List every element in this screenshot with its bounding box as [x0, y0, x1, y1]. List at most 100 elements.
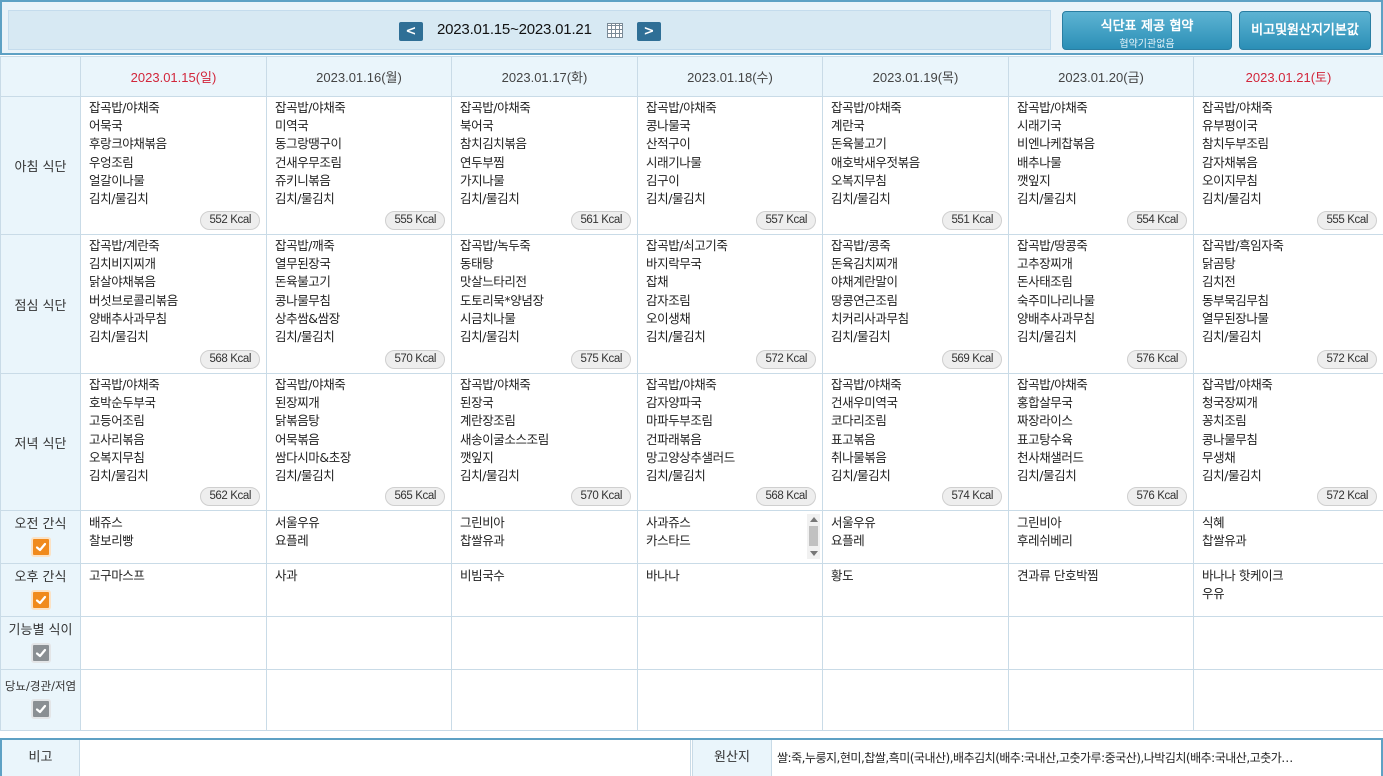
snack-cell[interactable] [1193, 616, 1383, 670]
meal-cell[interactable]: 잡곡밥/야채죽 시래기국 비엔나케찹볶음 배추나물 깻잎지 김치/물김치 554 Kcal [1008, 96, 1194, 235]
snack-item: 배쥬스 [89, 515, 123, 530]
menu-item: 무생채 [1202, 449, 1236, 465]
meal-cell[interactable]: 잡곡밥/콩죽 돈육김치찌개 야채계란말이 땅콩연근조림 치커리사과무침 김치/물김치 569… [822, 234, 1009, 374]
menu-item: 쥬키니볶음 [275, 172, 331, 188]
row-checkbox[interactable] [30, 537, 51, 557]
meal-cell[interactable]: 잡곡밥/야채죽 된장국 계란장조림 새송이굴소스조림 깻잎지 김치/물김치 570 Kcal [451, 373, 638, 511]
meal-cell[interactable]: 잡곡밥/야채죽 된장찌개 닭볶음탕 어묵볶음 쌈다시마&초장 김치/물김치 565 Kcal [266, 373, 452, 511]
snack-item: 우유 [1202, 586, 1225, 601]
menu-item: 얼갈이나물 [89, 172, 145, 188]
snack-cell[interactable]: 식혜 찹쌀유과 [1193, 510, 1383, 564]
snack-cell[interactable]: 배쥬스 찰보리빵 [80, 510, 267, 564]
snack-cell[interactable]: 견과류 단호박찜 [1008, 563, 1194, 617]
kcal-badge: 572 Kcal [1317, 487, 1377, 506]
snack-cell[interactable] [451, 669, 638, 731]
snack-cell[interactable] [266, 669, 452, 731]
remarks-input[interactable] [81, 740, 691, 776]
kcal-badge: 572 Kcal [756, 350, 816, 369]
meal-cell[interactable]: 잡곡밥/야채죽 유부평이국 참치두부조림 감자채볶음 오이지무침 김치/물김치 555 Kc… [1193, 96, 1383, 235]
kcal-badge: 555 Kcal [385, 211, 445, 230]
snack-cell[interactable]: 바나나 [637, 563, 823, 617]
snack-cell[interactable] [451, 616, 638, 670]
snack-item: 바나나 핫케이크 [1202, 568, 1284, 583]
snack-cell[interactable]: 그린비아 후레쉬베리 [1008, 510, 1194, 564]
row-checkbox[interactable] [30, 590, 51, 610]
snack-cell[interactable]: 서울우유 요플레 [822, 510, 1009, 564]
meal-cell[interactable]: 잡곡밥/야채죽 호박순두부국 고등어조림 고사리볶음 오복지무침 김치/물김치 562 Kc… [80, 373, 267, 511]
meal-cell[interactable]: 잡곡밥/깨죽 열무된장국 돈육불고기 콩나물무침 상추쌈&쌈장 김치/물김치 570 Kca… [266, 234, 452, 374]
meal-cell[interactable]: 잡곡밥/야채죽 미역국 동그랑땡구이 건새우무조림 쥬키니볶음 김치/물김치 555 Kca… [266, 96, 452, 235]
snack-cell[interactable]: 비빔국수 [451, 563, 638, 617]
menu-item: 깻잎지 [460, 449, 494, 465]
kcal-badge: 576 Kcal [1127, 350, 1187, 369]
prev-week-button[interactable]: < [399, 22, 423, 41]
snack-cell[interactable] [80, 669, 267, 731]
snack-cell[interactable] [266, 616, 452, 670]
meal-cell[interactable]: 잡곡밥/야채죽 어묵국 후랑크야채볶음 우엉조림 얼갈이나물 김치/물김치 552 Kcal [80, 96, 267, 235]
meal-cell[interactable]: 잡곡밥/야채죽 건새우미역국 코다리조림 표고볶음 취나물볶음 김치/물김치 574 Kca… [822, 373, 1009, 511]
meal-cell[interactable]: 잡곡밥/야채죽 계란국 돈육불고기 애호박새우젓볶음 오복지무침 김치/물김치 551 Kc… [822, 96, 1009, 235]
menu-item: 바지락무국 [646, 256, 702, 272]
meal-cell[interactable]: 잡곡밥/야채죽 콩나물국 산적구이 시래기나물 김구이 김치/물김치 557 Kcal [637, 96, 823, 235]
menu-item: 망고양상추샐러드 [646, 449, 735, 465]
scroll-thumb[interactable] [809, 526, 818, 546]
snack-cell[interactable] [822, 616, 1009, 670]
row-checkbox[interactable] [30, 643, 51, 663]
kcal-badge: 568 Kcal [200, 350, 260, 369]
menu-item: 야채계란말이 [831, 274, 898, 290]
meal-cell[interactable]: 잡곡밥/야채죽 북어국 참치김치볶음 연두부찜 가지나물 김치/물김치 561 Kcal [451, 96, 638, 235]
snack-cell[interactable] [637, 616, 823, 670]
meal-cell[interactable]: 잡곡밥/야채죽 청국장찌개 꽁치조림 콩나물무침 무생채 김치/물김치 572 Kcal [1193, 373, 1383, 511]
scroll-up-icon[interactable] [810, 517, 818, 522]
date-navigator: < 2023.01.15~2023.01.21 > [8, 10, 1051, 50]
day-header: 2023.01.18(수) [637, 56, 823, 97]
menu-item: 새송이굴소스조림 [460, 431, 549, 447]
menu-item: 김치/물김치 [460, 191, 520, 207]
snack-item: 고구마스프 [89, 568, 145, 583]
menu-item: 오이생채 [646, 310, 691, 326]
snack-cell[interactable]: 황도 [822, 563, 1009, 617]
snack-row-label: 오후 간식 [0, 563, 81, 617]
scroll-down-icon[interactable] [810, 551, 818, 556]
snack-cell[interactable] [1193, 669, 1383, 731]
snack-cell[interactable]: 사과쥬스 카스타드 [637, 510, 823, 564]
snack-cell[interactable] [1008, 616, 1194, 670]
menu-item: 동태탕 [460, 256, 494, 272]
next-week-button[interactable]: > [637, 22, 661, 41]
menu-item: 애호박새우젓볶음 [831, 154, 920, 170]
row-checkbox[interactable] [30, 698, 51, 719]
menu-provide-agreement-button[interactable]: 식단표 제공 협약 협약기관없음 [1062, 11, 1232, 50]
menu-item: 잡곡밥/야채죽 [831, 100, 902, 115]
snack-cell[interactable]: 바나나 핫케이크우유 [1193, 563, 1383, 617]
meal-cell[interactable]: 잡곡밥/계란죽 김치비지찌개 닭살야채볶음 버섯브로콜리볶음 양배추사과무침 김치/물김치… [80, 234, 267, 374]
day-header: 2023.01.21(토) [1193, 56, 1383, 97]
origin-value[interactable]: 쌀:죽,누룽지,현미,찹쌀,흑미(국내산),배추김치(배추:국내산,고춧가루:중… [777, 740, 1377, 776]
menu-item: 잡곡밥/야채죽 [1017, 100, 1088, 115]
snack-cell[interactable] [822, 669, 1009, 731]
meal-cell[interactable]: 잡곡밥/땅콩죽 고추장찌개 돈사태조림 숙주미나리나물 양배추사과무침 김치/물김치 576… [1008, 234, 1194, 374]
menu-item: 코다리조림 [831, 413, 887, 429]
snack-item: 요플레 [831, 533, 865, 548]
cell-scrollbar[interactable] [807, 514, 820, 559]
snack-cell[interactable]: 고구마스프 [80, 563, 267, 617]
kcal-badge: 568 Kcal [756, 487, 816, 506]
menu-item: 잡곡밥/야채죽 [460, 377, 531, 392]
snack-cell[interactable] [637, 669, 823, 731]
snack-cell[interactable] [1008, 669, 1194, 731]
snack-cell[interactable]: 서울우유 요플레 [266, 510, 452, 564]
menu-item: 건새우미역국 [831, 395, 898, 411]
calendar-icon[interactable] [607, 23, 623, 38]
meal-cell[interactable]: 잡곡밥/녹두죽 동태탕 맛살느타리전 도토리묵*양념장 시금치나물 김치/물김치 575 K… [451, 234, 638, 374]
meal-cell[interactable]: 잡곡밥/야채죽 감자양파국 마파두부조림 건파래볶음 망고양상추샐러드 김치/물김치 568… [637, 373, 823, 511]
snack-cell[interactable]: 사과 [266, 563, 452, 617]
menu-item: 계란장조림 [460, 413, 516, 429]
snack-cell[interactable] [80, 616, 267, 670]
snack-cell[interactable]: 그린비아 찹쌀유과 [451, 510, 638, 564]
meal-cell[interactable]: 잡곡밥/흑임자죽 닭곰탕 김치전 동부묵김무침 열무된장나물 김치/물김치 572 Kcal [1193, 234, 1383, 374]
menu-item: 동그랑땡구이 [275, 136, 342, 152]
meal-cell[interactable]: 잡곡밥/야채죽 홍합살무국 짜장라이스 표고탕수육 천사채샐러드 김치/물김치 576 Kc… [1008, 373, 1194, 511]
meal-cell[interactable]: 잡곡밥/쇠고기죽 바지락무국 잡채 감자조림 오이생채 김치/물김치 572 Kcal [637, 234, 823, 374]
menu-item: 콩나물무침 [1202, 431, 1258, 447]
remarks-origin-defaults-button[interactable]: 비고및원산지기본값 [1239, 11, 1371, 50]
menu-item: 김치/물김치 [1017, 468, 1077, 484]
